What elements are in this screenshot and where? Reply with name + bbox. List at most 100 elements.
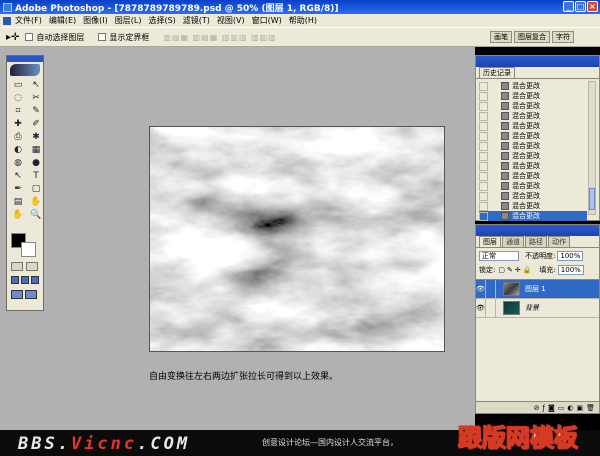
magic-wand-tool-icon[interactable]: ✂ [28,93,44,104]
menu-filter[interactable]: 滤镜(T) [183,15,210,26]
screen-mode-full-icon[interactable] [31,276,39,284]
lasso-tool-icon[interactable]: ◌ [10,93,26,104]
layer-row-layer1[interactable]: 👁 图层 1 [476,279,599,299]
edit-in-imageready-icon[interactable] [25,290,37,299]
link-layers-icon[interactable]: ⊘ [534,404,540,412]
history-snapshot-checkbox[interactable] [479,91,488,101]
document-canvas[interactable] [149,126,445,352]
history-brush-tool-icon[interactable]: ✱ [28,132,44,143]
gradient-tool-icon[interactable]: ▦ [28,145,44,156]
adobe-feather-icon[interactable] [10,64,40,76]
well-tab-layer-comps[interactable]: 图层复合 [514,31,550,43]
marquee-tool-icon[interactable]: ▭ [10,80,26,91]
history-snapshot-checkbox[interactable] [479,141,488,151]
shape-tool-icon[interactable]: ▢ [28,184,44,195]
brush-link-icon[interactable] [486,279,496,299]
adjustment-layer-icon[interactable]: ◐ [567,404,573,412]
history-snapshot-checkbox[interactable] [479,171,488,181]
standard-mode-button[interactable] [11,262,23,271]
history-snapshot-checkbox[interactable] [479,181,488,191]
maximize-button[interactable]: □ [575,1,586,12]
history-scrollbar[interactable] [588,81,596,215]
eyedropper-tool-icon[interactable]: ✋ [28,197,44,208]
history-item[interactable]: 混合更改 [479,81,587,91]
history-snapshot-checkbox[interactable] [479,101,488,111]
zoom-tool-icon[interactable]: 🔍 [28,210,44,221]
blur-tool-icon[interactable]: ◍ [10,158,26,169]
history-snapshot-checkbox[interactable] [479,211,488,221]
history-item[interactable]: 混合更改 [479,191,587,201]
layer-style-icon[interactable]: ƒ [542,404,544,412]
menu-layer[interactable]: 图层(L) [115,15,142,26]
color-swatches[interactable] [11,233,39,257]
healing-brush-tool-icon[interactable]: ✚ [10,119,26,130]
tab-layers[interactable]: 图层 [479,236,501,247]
brush-link-icon[interactable] [486,298,496,318]
tab-paths[interactable]: 路径 [525,236,547,247]
slice-tool-icon[interactable]: ✎ [28,106,44,117]
well-tab-character[interactable]: 字符 [552,31,574,43]
blend-mode-select[interactable]: 正常 [479,250,519,261]
quick-mask-button[interactable] [26,262,38,271]
eye-icon[interactable]: 👁 [476,279,486,299]
menu-view[interactable]: 视图(V) [217,15,245,26]
history-snapshot-checkbox[interactable] [479,191,488,201]
fill-input[interactable]: 100% [557,264,584,275]
menu-file[interactable]: 文件(F) [15,15,42,26]
dodge-tool-icon[interactable]: ● [28,158,44,169]
history-item[interactable]: 混合更改 [479,141,587,151]
history-item[interactable]: 混合更改 [479,111,587,121]
tab-history[interactable]: 历史记录 [479,67,515,78]
history-item[interactable]: 混合更改 [479,151,587,161]
photoshop-menu-icon[interactable] [3,16,11,25]
type-tool-icon[interactable]: T [28,171,44,182]
opacity-input[interactable]: 100% [557,250,584,261]
clone-stamp-tool-icon[interactable]: ⎙ [10,132,26,143]
trash-icon[interactable]: 🗑 [586,404,595,412]
layers-panel-header[interactable] [476,225,599,236]
history-snapshot-checkbox[interactable] [479,111,488,121]
menu-image[interactable]: 图像(I) [83,15,108,26]
pen-tool-icon[interactable]: ✒ [10,184,26,195]
history-item[interactable]: 混合更改 [479,211,587,221]
history-snapshot-checkbox[interactable] [479,131,488,141]
history-snapshot-checkbox[interactable] [479,81,488,91]
toolbox-header[interactable] [7,56,43,62]
menu-help[interactable]: 帮助(H) [289,15,317,26]
background-color-swatch[interactable] [21,242,36,257]
history-item[interactable]: 混合更改 [479,131,587,141]
history-snapshot-checkbox[interactable] [479,201,488,211]
history-item[interactable]: 混合更改 [479,171,587,181]
history-panel-header[interactable] [476,56,599,67]
tab-channels[interactable]: 通道 [502,236,524,247]
layer-mask-icon[interactable]: ◙ [548,404,555,412]
show-bounds-checkbox[interactable] [98,33,107,41]
history-snapshot-checkbox[interactable] [479,151,488,161]
auto-select-checkbox[interactable] [25,33,34,41]
move-tool-icon[interactable]: ▸✛ [6,32,19,43]
eye-icon[interactable]: 👁 [476,298,486,318]
close-button[interactable]: × [587,1,598,12]
history-item[interactable]: 混合更改 [479,91,587,101]
brush-tool-icon[interactable]: ✐ [28,119,44,130]
screen-mode-standard-icon[interactable] [11,276,19,284]
lock-icons[interactable]: ▢✎✛🔒 [498,266,533,274]
path-selection-tool-icon[interactable]: ↖ [10,171,26,182]
history-snapshot-checkbox[interactable] [479,121,488,131]
history-item[interactable]: 混合更改 [479,201,587,211]
history-item[interactable]: 混合更改 [479,121,587,131]
tab-actions[interactable]: 动作 [548,236,570,247]
minimize-button[interactable]: _ [563,1,574,12]
well-tab-brushes[interactable]: 画笔 [490,31,512,43]
window-title-bar[interactable]: Adobe Photoshop - [7878789789789.psd @ 5… [0,0,600,14]
hand-tool-icon[interactable]: ✋ [10,210,26,221]
new-layer-icon[interactable]: ▣ [576,404,583,412]
screen-mode-full-menu-icon[interactable] [21,276,29,284]
move-tool-icon[interactable]: ↖ [28,80,44,91]
layer-set-icon[interactable]: ▭ [558,404,565,412]
menu-select[interactable]: 选择(S) [148,15,175,26]
jump-to-imageready-icon[interactable] [11,290,23,299]
notes-tool-icon[interactable]: ▤ [10,197,26,208]
history-item[interactable]: 混合更改 [479,101,587,111]
history-item[interactable]: 混合更改 [479,161,587,171]
